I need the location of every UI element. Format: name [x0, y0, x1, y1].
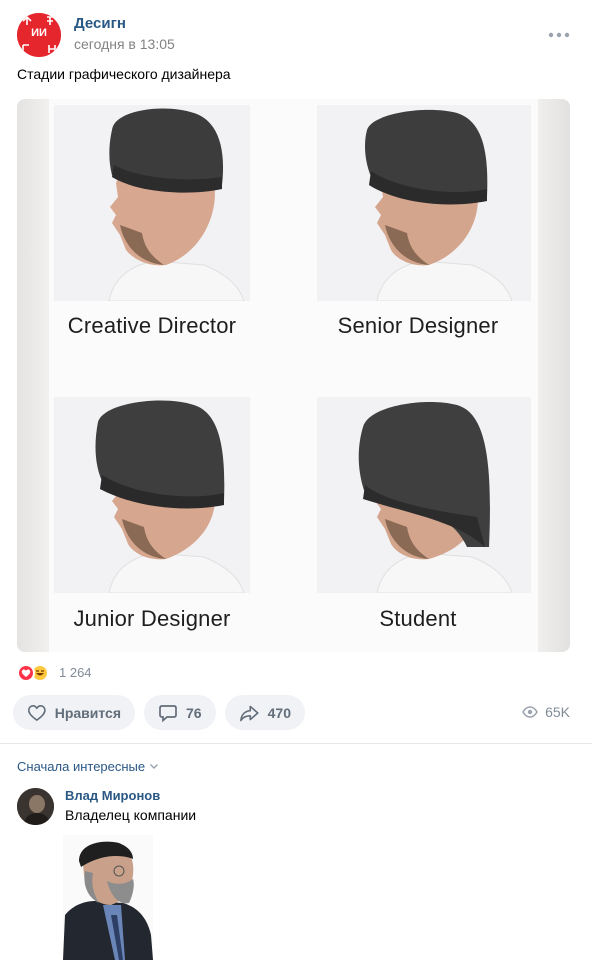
like-icon — [27, 704, 46, 721]
portrait-student — [317, 397, 531, 593]
group-avatar[interactable]: ИИ — [17, 13, 61, 57]
comment-image[interactable] — [63, 835, 153, 960]
views-count: 65K — [545, 704, 570, 720]
reactions-count: 1 264 — [59, 665, 92, 680]
portrait-junior-designer — [54, 397, 250, 593]
shares-count: 470 — [267, 704, 291, 721]
divider — [0, 743, 592, 744]
post-text: Стадии графического дизайнера — [17, 66, 231, 82]
views-counter: 65K — [522, 704, 570, 720]
post-image[interactable]: Creative Director Senior Designer Junior… — [17, 99, 570, 652]
comments-button[interactable]: 76 — [144, 695, 216, 730]
comments-sort-label: Сначала интересные — [17, 759, 146, 774]
portrait-senior-designer — [317, 105, 531, 301]
post-time[interactable]: сегодня в 13:05 — [74, 36, 175, 52]
caption-student: Student — [379, 606, 457, 631]
portrait-creative-director — [54, 105, 250, 301]
share-icon — [240, 705, 259, 721]
more-icon[interactable] — [547, 27, 571, 43]
comments-count: 76 — [186, 704, 202, 721]
caption-creative-director: Creative Director — [67, 313, 237, 338]
like-button[interactable]: Нравится — [13, 695, 135, 730]
caption-senior-designer: Senior Designer — [337, 313, 499, 338]
share-button[interactable]: 470 — [225, 695, 305, 730]
comment-author-name[interactable]: Влад Миронов — [65, 788, 160, 803]
caption-junior-designer: Junior Designer — [73, 606, 231, 631]
post-header: ИИ Десигн сегодня в 13:05 — [17, 13, 575, 57]
comment-text: Владелец компании — [65, 807, 197, 823]
chevron-down-icon — [150, 764, 159, 769]
comment-author-avatar[interactable] — [17, 788, 54, 825]
comment-icon — [159, 704, 177, 722]
group-avatar-letters: ИИ — [31, 27, 47, 39]
group-name-link[interactable]: Десигн — [74, 15, 126, 32]
comments-sort-dropdown[interactable]: Сначала интересные — [17, 759, 159, 774]
heart-reaction-icon — [17, 664, 35, 682]
eye-icon — [522, 706, 538, 718]
like-label: Нравится — [54, 704, 121, 721]
